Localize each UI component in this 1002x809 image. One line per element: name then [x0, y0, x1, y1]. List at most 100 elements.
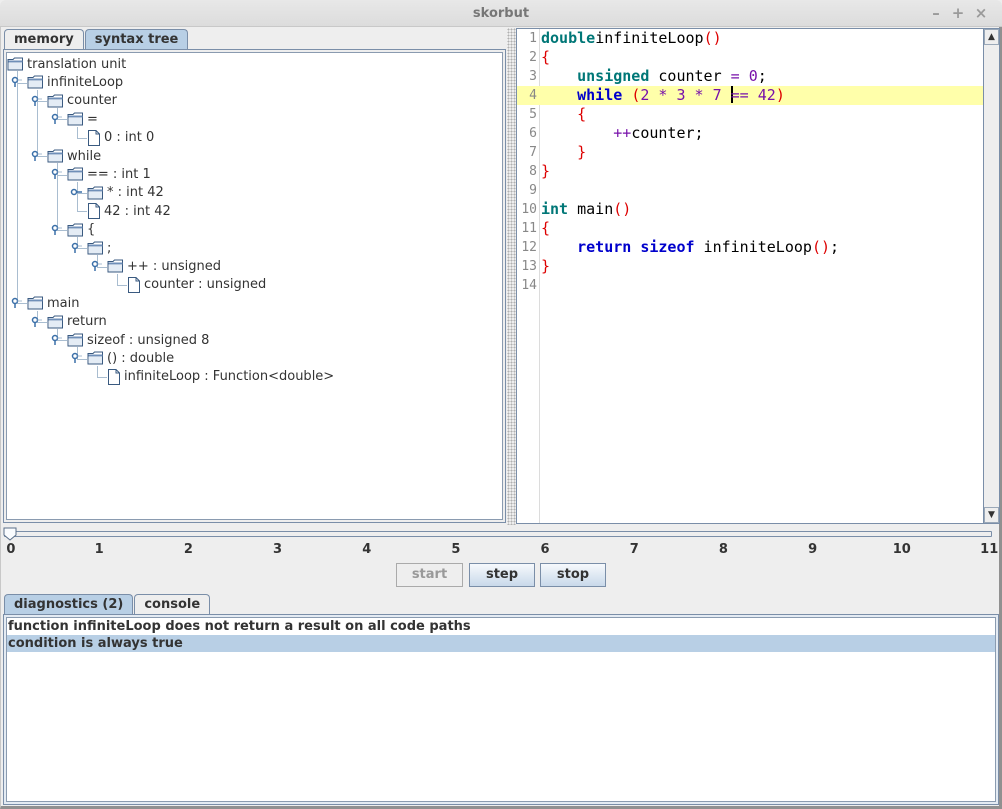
diagnostics-list[interactable]: function infiniteLoop does not return a …	[6, 617, 996, 802]
code-text: doubleinfiniteLoop()	[541, 29, 722, 48]
tree-node-label: return	[67, 314, 107, 330]
line-number: 14	[521, 278, 537, 293]
close-button[interactable]: ×	[972, 4, 990, 22]
code-line[interactable]: 8}	[517, 162, 983, 181]
expanded-toggle-icon[interactable]	[50, 334, 62, 346]
code-token: )	[775, 86, 785, 104]
tree-node[interactable]: 42 : int 42	[87, 202, 171, 220]
collapsed-toggle-icon[interactable]	[70, 187, 82, 199]
scroll-down-arrow-icon[interactable]: ▼	[984, 507, 999, 523]
folder-icon	[47, 94, 64, 108]
expanded-toggle-icon[interactable]	[30, 316, 42, 328]
code-token: infiniteLoop	[595, 29, 704, 47]
tree-node[interactable]: while	[31, 147, 102, 165]
tree-node[interactable]: infiniteLoop	[11, 73, 124, 91]
tree-node[interactable]: counter	[31, 92, 117, 110]
code-line[interactable]: 10 int main()	[517, 200, 983, 219]
code-line[interactable]: 13}	[517, 257, 983, 276]
expanded-toggle-icon[interactable]	[70, 352, 82, 364]
tab-syntax-tree[interactable]: syntax tree	[84, 29, 189, 49]
tab-memory[interactable]: memory	[4, 29, 84, 49]
code-line[interactable]: 1 doubleinfiniteLoop()	[517, 29, 983, 48]
tree-node[interactable]: return	[31, 313, 107, 331]
code-line[interactable]: 11 {	[517, 219, 983, 238]
code-text: unsigned counter = 0;	[541, 67, 767, 86]
code-line[interactable]: 7 }	[517, 143, 983, 162]
code-line[interactable]: 14	[517, 276, 983, 295]
start-button[interactable]: start	[396, 563, 463, 587]
tree-connector-line	[117, 273, 118, 285]
tree-node[interactable]: ;	[71, 239, 112, 257]
tree-node[interactable]: translation unit	[7, 55, 126, 73]
code-token: 0	[748, 67, 758, 85]
tree-node[interactable]: =	[51, 110, 98, 128]
tree-node-label: infiniteLoop	[47, 74, 124, 90]
code-token: counter	[649, 67, 731, 85]
expanded-toggle-icon[interactable]	[50, 168, 62, 180]
syntax-tree[interactable]: translation unit infiniteLoop counter = 0 : …	[6, 52, 503, 520]
split-pane-divider[interactable]	[507, 28, 516, 525]
maximize-button[interactable]: +	[949, 4, 967, 22]
diagnostic-item[interactable]: condition is always true	[7, 635, 995, 652]
timeline-tick-label: 9	[808, 542, 818, 557]
tree-node[interactable]: sizeof : unsigned 8	[51, 331, 209, 349]
code-token: 42	[757, 86, 776, 104]
code-token: infiniteLoop	[694, 238, 812, 256]
expanded-toggle-icon[interactable]	[30, 95, 42, 107]
code-line[interactable]: 12 return sizeof infiniteLoop();	[517, 238, 983, 257]
syntax-tree-panel: translation unit infiniteLoop counter = 0 : …	[3, 49, 506, 523]
expanded-toggle-icon[interactable]	[70, 242, 82, 254]
expanded-toggle-icon[interactable]	[10, 76, 22, 88]
code-line[interactable]: 6 ++counter;	[517, 124, 983, 143]
diagnostic-item[interactable]: function infiniteLoop does not return a …	[7, 618, 995, 635]
code-editor[interactable]: 1 doubleinfiniteLoop() 2{3 unsigned counte…	[516, 28, 1000, 524]
line-number: 8	[529, 164, 537, 179]
tree-node[interactable]: infiniteLoop : Function<double>	[107, 368, 334, 386]
code-token: ;	[757, 67, 767, 85]
tree-node[interactable]: == : int 1	[51, 165, 151, 183]
code-line[interactable]: 5 {	[517, 105, 983, 124]
code-token: {	[541, 219, 551, 237]
editor-vertical-scrollbar[interactable]: ▲ ▼	[983, 29, 999, 523]
code-line[interactable]: 3 unsigned counter = 0;	[517, 67, 983, 86]
expanded-toggle-icon[interactable]	[90, 260, 102, 272]
tree-node-label: 42 : int 42	[104, 203, 171, 219]
code-token: int	[541, 200, 569, 218]
timeline-slider-track[interactable]	[4, 531, 992, 537]
tree-node[interactable]: main	[11, 294, 79, 312]
expanded-toggle-icon[interactable]	[10, 297, 22, 309]
tree-node[interactable]: ++ : unsigned	[91, 257, 221, 275]
tab-console[interactable]: console	[134, 594, 211, 614]
code-line[interactable]: 2{	[517, 48, 983, 67]
expanded-toggle-icon[interactable]	[30, 150, 42, 162]
scroll-up-arrow-icon[interactable]: ▲	[984, 29, 999, 45]
tree-node[interactable]: counter : unsigned	[127, 276, 266, 294]
tab-diagnostics[interactable]: diagnostics (2)	[4, 594, 134, 614]
file-icon	[127, 276, 141, 293]
tree-node-label: while	[67, 148, 102, 164]
expanded-toggle-icon[interactable]	[50, 224, 62, 236]
folder-icon	[67, 223, 84, 237]
tree-node[interactable]: () : double	[71, 349, 174, 367]
line-number: 1	[529, 31, 537, 46]
minimize-button[interactable]: –	[927, 4, 945, 22]
tree-node-label: ;	[107, 240, 112, 256]
code-line[interactable]: 9	[517, 181, 983, 200]
timeline-tick-label: 1	[94, 542, 104, 557]
tree-node[interactable]: {	[51, 221, 95, 239]
tree-node[interactable]: * : int 42	[70, 184, 164, 202]
timeline-slider-thumb[interactable]	[3, 527, 17, 541]
code-token: }	[541, 162, 551, 180]
expanded-toggle-icon[interactable]	[50, 113, 62, 125]
tree-node[interactable]: 0 : int 0	[87, 129, 154, 147]
stop-button[interactable]: stop	[540, 563, 606, 587]
code-line[interactable]: 4 while (2 * 3 * 7 == 42)	[517, 86, 983, 105]
step-button[interactable]: step	[469, 563, 535, 587]
